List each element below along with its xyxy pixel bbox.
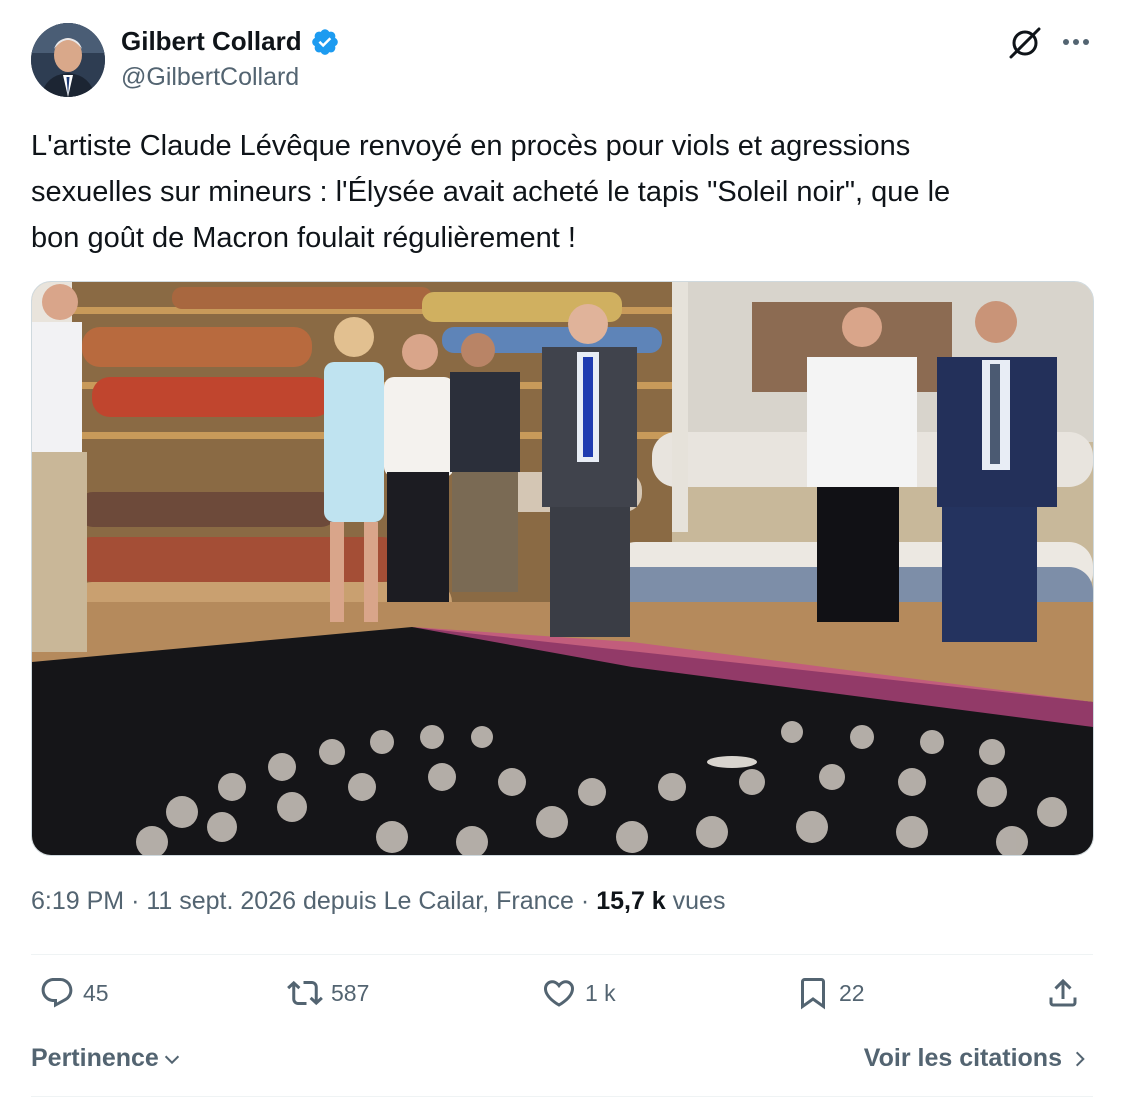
view-quotes-link[interactable]: Voir les citations — [864, 1044, 1090, 1073]
divider — [31, 1096, 1093, 1097]
author-handle[interactable]: @GilbertCollard — [121, 63, 299, 92]
tweet-text: L'artiste Claude Lévêque renvoyé en proc… — [31, 130, 951, 254]
verified-badge-icon[interactable] — [310, 27, 340, 57]
author-name-row: Gilbert Collard — [121, 26, 340, 57]
sort-label: Pertinence — [31, 1044, 159, 1072]
heart-icon — [543, 980, 575, 1007]
reply-button[interactable]: 45 — [39, 975, 109, 1011]
retweet-icon — [287, 980, 323, 1006]
action-bar: 45 587 1 k 22 — [31, 975, 1093, 1025]
bookmark-icon — [801, 978, 825, 1010]
tweet-photo[interactable] — [31, 281, 1094, 856]
retweet-button[interactable]: 587 — [287, 975, 369, 1011]
sort-dropdown[interactable]: Pertinence — [31, 1044, 183, 1073]
tweet-time[interactable]: 6:19 PM — [31, 887, 124, 915]
avatar-photo — [31, 23, 105, 97]
more-options-icon[interactable] — [1056, 24, 1096, 60]
meta-separator: · — [580, 887, 597, 915]
tweet-card: Gilbert Collard @GilbertCollard L'artist… — [0, 0, 1123, 1098]
view-quotes-label: Voir les citations — [863, 1044, 1062, 1072]
meta-separator: · — [131, 887, 147, 915]
author-display-name[interactable]: Gilbert Collard — [121, 26, 302, 57]
tweet-date[interactable]: 11 sept. 2026 — [146, 887, 296, 915]
tweet-location: depuis Le Cailar, France — [302, 887, 574, 915]
chevron-down-icon — [164, 1055, 179, 1064]
tweet-meta: 6:19 PM · 11 sept. 2026 depuis Le Cailar… — [31, 887, 725, 916]
retweet-count: 587 — [331, 979, 370, 1006]
share-button[interactable] — [1045, 975, 1081, 1011]
reply-count: 45 — [83, 979, 109, 1006]
avatar[interactable] — [31, 23, 105, 97]
chevron-right-icon — [1075, 1051, 1085, 1066]
views-count: 15,7 k — [596, 887, 666, 915]
like-count: 1 k — [585, 979, 616, 1006]
divider — [31, 954, 1093, 955]
photo-warehouse-carpet — [32, 282, 1093, 855]
grok-icon[interactable] — [1006, 24, 1044, 62]
like-button[interactable]: 1 k — [541, 975, 616, 1011]
reply-icon — [41, 978, 73, 1008]
views-label: vues — [672, 887, 726, 915]
bookmark-count: 22 — [839, 979, 865, 1006]
bookmark-button[interactable]: 22 — [795, 975, 865, 1011]
share-icon — [1049, 978, 1077, 1007]
